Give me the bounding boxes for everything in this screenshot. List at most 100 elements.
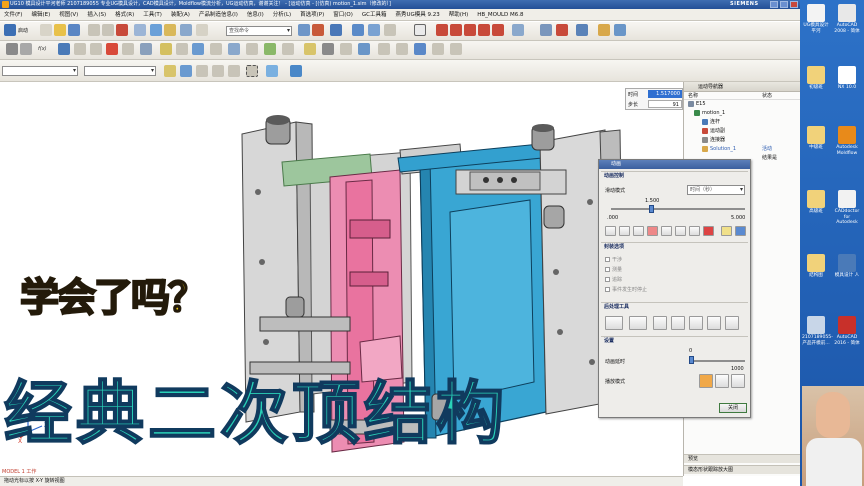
delete-icon[interactable] <box>116 24 128 36</box>
menu-help[interactable]: 帮助(H) <box>448 9 469 20</box>
step-forward-icon[interactable] <box>675 226 686 236</box>
close-icon[interactable] <box>790 1 798 8</box>
option-trace[interactable]: 追踪 <box>605 276 622 283</box>
anim-end-icon[interactable] <box>492 24 504 36</box>
layout-icon[interactable] <box>180 24 192 36</box>
fx-label[interactable]: f(x) <box>38 46 47 52</box>
pingpong-mode-icon[interactable] <box>731 374 745 388</box>
snap-intersect-icon[interactable] <box>212 65 224 77</box>
driver-icon[interactable] <box>140 43 152 55</box>
view-orient-icon[interactable] <box>330 24 342 36</box>
cube-icon[interactable] <box>290 65 302 77</box>
menu-view[interactable]: 视图(V) <box>58 9 79 20</box>
section-package[interactable]: 封装选项 <box>601 242 748 251</box>
shaded-icon[interactable] <box>352 24 364 36</box>
desktop-icon-moldflow[interactable]: Autodesk Moldflow <box>833 126 861 156</box>
save-icon[interactable] <box>68 24 80 36</box>
type-filter-select[interactable] <box>2 66 78 76</box>
step-back-icon[interactable] <box>619 226 630 236</box>
close-button[interactable]: 关闭 <box>719 403 747 413</box>
section-anim-control[interactable]: 动画控制 <box>601 171 748 180</box>
tree-node-motion[interactable]: motion_1 <box>684 109 800 118</box>
maximize-icon[interactable] <box>780 1 788 8</box>
menu-yanxiu[interactable]: 燕秀UG模具 9.23 <box>395 9 441 20</box>
anim-play-icon[interactable] <box>464 24 476 36</box>
desktop-icon-structure[interactable]: 结构图 <box>802 254 830 279</box>
menu-format[interactable]: 格式(R) <box>114 9 135 20</box>
checkbox[interactable] <box>605 277 610 282</box>
sensor-icon[interactable] <box>192 43 204 55</box>
tree-node-joints[interactable]: 运动副 <box>684 127 800 136</box>
col-name[interactable]: 名称 <box>688 93 698 99</box>
loop-mode-icon[interactable] <box>715 374 729 388</box>
spring-icon[interactable] <box>90 43 102 55</box>
contact-icon[interactable] <box>106 43 118 55</box>
command-search-input[interactable]: 查找命令 <box>226 26 292 36</box>
joint-icon[interactable] <box>540 24 552 36</box>
snap-control-icon[interactable] <box>196 65 208 77</box>
spreadsheet-icon[interactable] <box>322 43 334 55</box>
menu-hb-mould[interactable]: HB_MOULD M6.8 <box>476 9 524 20</box>
cut-icon[interactable] <box>88 24 100 36</box>
more-options-icon[interactable] <box>735 226 746 236</box>
model-view-icon[interactable] <box>266 65 278 77</box>
point-icon[interactable] <box>20 43 32 55</box>
desktop-icon-beginner[interactable]: 初级班 <box>802 66 830 91</box>
section-preview[interactable]: 预览 <box>684 454 800 463</box>
solver-icon[interactable] <box>576 24 588 36</box>
checkbox[interactable] <box>605 267 610 272</box>
fit-icon[interactable] <box>298 24 310 36</box>
delay-slider-track[interactable] <box>689 360 745 362</box>
window-icon[interactable] <box>164 24 176 36</box>
snap-icon[interactable] <box>6 43 18 55</box>
new-icon[interactable] <box>40 24 52 36</box>
post-tool-icon[interactable] <box>605 316 623 330</box>
desktop-icon-autocad-2008[interactable]: AutoCAD 2008 - 简体 <box>833 4 861 34</box>
menu-insert[interactable]: 插入(S) <box>86 9 107 20</box>
start-icon[interactable] <box>4 24 16 36</box>
marker-icon[interactable] <box>598 24 610 36</box>
desktop-icon-autocad-2016[interactable]: AutoCAD 2016 - 简体 <box>833 316 861 346</box>
tree-node-solution[interactable]: Solution_1 活动 <box>684 145 800 154</box>
measure-icon[interactable] <box>614 24 626 36</box>
torque-icon[interactable] <box>176 43 188 55</box>
tree-node-connectors[interactable]: 连接器 <box>684 136 800 145</box>
desktop-icon-product[interactable]: 2107189055- 产品开模前... <box>802 316 833 346</box>
stop-icon[interactable] <box>556 24 568 36</box>
menu-file[interactable]: 文件(F) <box>3 9 23 20</box>
graph-icon[interactable] <box>304 43 316 55</box>
desktop-icon-advanced[interactable]: 高级班 <box>802 190 830 215</box>
pause-icon[interactable] <box>647 226 658 236</box>
gear-icon[interactable] <box>122 43 134 55</box>
tree-node-links[interactable]: 连杆 <box>684 118 800 127</box>
menu-window[interactable]: 窗口(O) <box>332 9 354 20</box>
wcs-icon[interactable] <box>358 43 370 55</box>
menu-assembly[interactable]: 装配(A) <box>170 9 191 20</box>
time-slider-track[interactable] <box>611 208 745 210</box>
desktop-icon-nx10[interactable]: NX 10.0 <box>833 66 861 91</box>
menu-info[interactable]: 信息(I) <box>246 9 265 20</box>
goto-start-icon[interactable] <box>605 226 616 236</box>
trace-icon[interactable] <box>282 43 294 55</box>
play-backward-icon[interactable] <box>633 226 644 236</box>
desktop-icon-intermediate[interactable]: 中级班 <box>802 126 830 151</box>
option-measure[interactable]: 测量 <box>605 266 622 273</box>
marker-create-icon[interactable] <box>210 43 222 55</box>
play-forward-icon[interactable] <box>661 226 672 236</box>
menu-pmi[interactable]: 产品制造信息(I) <box>198 9 239 20</box>
menu-gc-toolbox[interactable]: GC工具箱 <box>361 9 388 20</box>
export-icon[interactable] <box>512 24 524 36</box>
minimize-icon[interactable] <box>770 1 778 8</box>
time-value[interactable]: 1.517000 <box>648 90 682 98</box>
force-icon[interactable] <box>160 43 172 55</box>
copy-icon[interactable] <box>102 24 114 36</box>
select-icon[interactable] <box>378 43 390 55</box>
open-icon[interactable] <box>54 24 66 36</box>
section-icon[interactable] <box>414 43 426 55</box>
play-once-icon[interactable] <box>699 374 713 388</box>
scope-filter-select[interactable] <box>84 66 156 76</box>
section-post-tools[interactable]: 后处理工具 <box>601 302 748 311</box>
interference-icon[interactable] <box>246 43 258 55</box>
anim-next-icon[interactable] <box>478 24 490 36</box>
section-viewer[interactable]: 模态形状跟踪放大图 <box>684 465 800 474</box>
